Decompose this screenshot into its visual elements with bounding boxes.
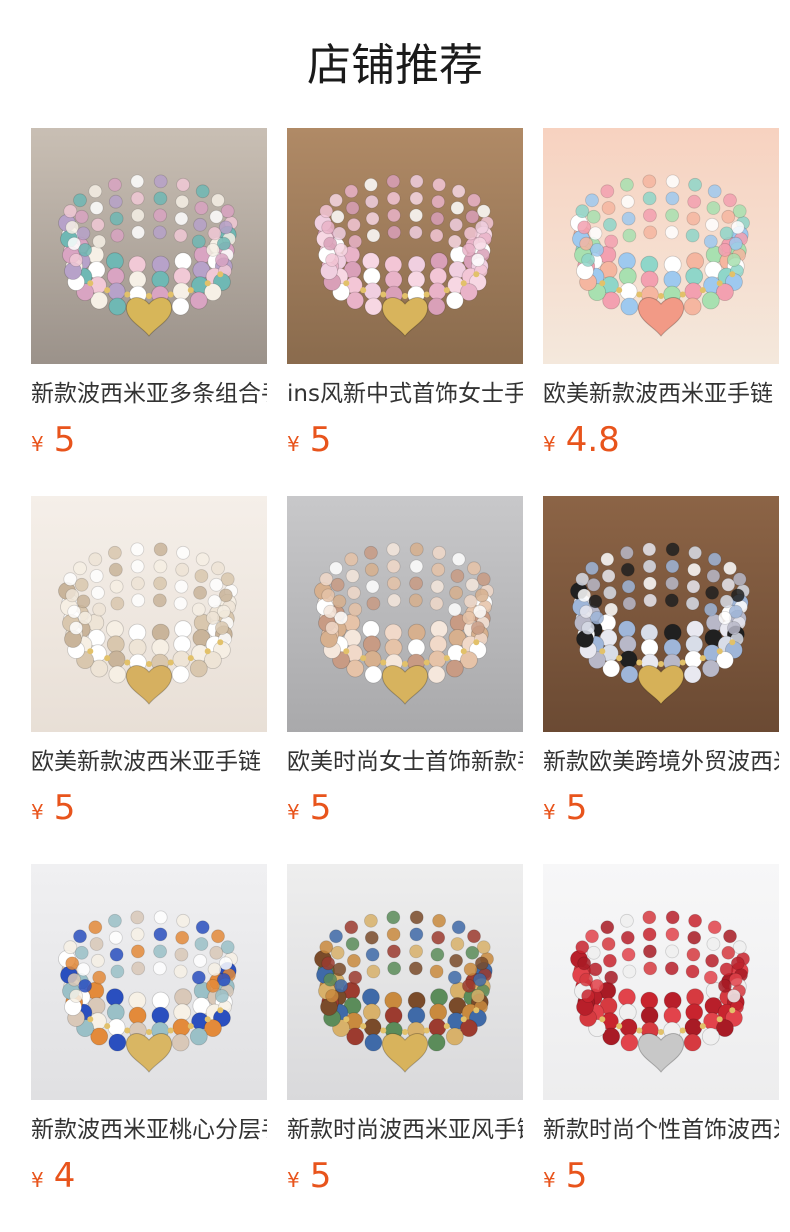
product-name[interactable]: 欧美时尚女士首饰新款手链	[287, 746, 523, 778]
price-value: 5	[53, 788, 76, 828]
bracelet-photo-icon	[287, 128, 523, 364]
product-name[interactable]: 新款时尚个性首饰波西米亚	[543, 1114, 779, 1146]
product-image[interactable]	[543, 864, 779, 1100]
bracelet-photo-icon	[543, 496, 779, 732]
product-name[interactable]: 欧美新款波西米亚手链	[31, 746, 267, 778]
product-grid: 新款波西米亚多条组合手链 ¥5 ins风新中式首饰女士手链 ¥5 欧美新款波西米亚手链 ¥…	[31, 128, 779, 1228]
currency-symbol: ¥	[31, 432, 44, 456]
currency-symbol: ¥	[287, 432, 300, 456]
product-name[interactable]: 新款波西米亚多条组合手链	[31, 378, 267, 410]
bracelet-photo-icon	[543, 128, 779, 364]
currency-symbol: ¥	[543, 800, 556, 824]
product-image[interactable]	[31, 496, 267, 732]
product-image[interactable]	[31, 864, 267, 1100]
bracelet-photo-icon	[31, 128, 267, 364]
product-card[interactable]: ins风新中式首饰女士手链 ¥5	[287, 128, 523, 492]
product-name[interactable]: 新款欧美跨境外贸波西米亚	[543, 746, 779, 778]
bracelet-photo-icon	[31, 496, 267, 732]
product-price: ¥5	[287, 788, 523, 828]
bracelet-photo-icon	[287, 864, 523, 1100]
product-price: ¥5	[31, 788, 267, 828]
price-value: 5	[309, 420, 332, 460]
product-card[interactable]: 新款时尚个性首饰波西米亚 ¥5	[543, 864, 779, 1228]
product-image[interactable]	[543, 128, 779, 364]
product-price: ¥5	[287, 420, 523, 460]
page-title: 店铺推荐	[307, 40, 483, 91]
product-name[interactable]: ins风新中式首饰女士手链	[287, 378, 523, 410]
price-value: 5	[53, 420, 76, 460]
product-card[interactable]: 新款时尚波西米亚风手链 ¥5	[287, 864, 523, 1228]
product-image[interactable]	[287, 864, 523, 1100]
price-value: 5	[309, 1156, 332, 1196]
product-image[interactable]	[543, 496, 779, 732]
currency-symbol: ¥	[31, 800, 44, 824]
currency-symbol: ¥	[31, 1168, 44, 1192]
price-value: 5	[565, 1156, 588, 1196]
currency-symbol: ¥	[287, 1168, 300, 1192]
product-price: ¥5	[31, 420, 267, 460]
price-value: 5	[565, 788, 588, 828]
product-card[interactable]: 欧美新款波西米亚手链 ¥5	[31, 496, 267, 860]
price-value: 5	[309, 788, 332, 828]
product-card[interactable]: 新款欧美跨境外贸波西米亚 ¥5	[543, 496, 779, 860]
product-image[interactable]	[287, 496, 523, 732]
price-value: 4.8	[565, 420, 620, 460]
product-name[interactable]: 欧美新款波西米亚手链	[543, 378, 779, 410]
product-price: ¥4.8	[543, 420, 779, 460]
product-card[interactable]: 新款波西米亚多条组合手链 ¥5	[31, 128, 267, 492]
product-card[interactable]: 欧美新款波西米亚手链 ¥4.8	[543, 128, 779, 492]
product-image[interactable]	[287, 128, 523, 364]
product-price: ¥5	[543, 1156, 779, 1196]
product-name[interactable]: 新款时尚波西米亚风手链	[287, 1114, 523, 1146]
currency-symbol: ¥	[287, 800, 300, 824]
product-card[interactable]: 新款波西米亚桃心分层手链 ¥4	[31, 864, 267, 1228]
bracelet-photo-icon	[287, 496, 523, 732]
price-value: 4	[53, 1156, 76, 1196]
product-name[interactable]: 新款波西米亚桃心分层手链	[31, 1114, 267, 1146]
currency-symbol: ¥	[543, 1168, 556, 1192]
bracelet-photo-icon	[31, 864, 267, 1100]
currency-symbol: ¥	[543, 432, 556, 456]
product-price: ¥5	[287, 1156, 523, 1196]
product-price: ¥5	[543, 788, 779, 828]
product-image[interactable]	[31, 128, 267, 364]
bracelet-photo-icon	[543, 864, 779, 1100]
product-card[interactable]: 欧美时尚女士首饰新款手链 ¥5	[287, 496, 523, 860]
product-price: ¥4	[31, 1156, 267, 1196]
